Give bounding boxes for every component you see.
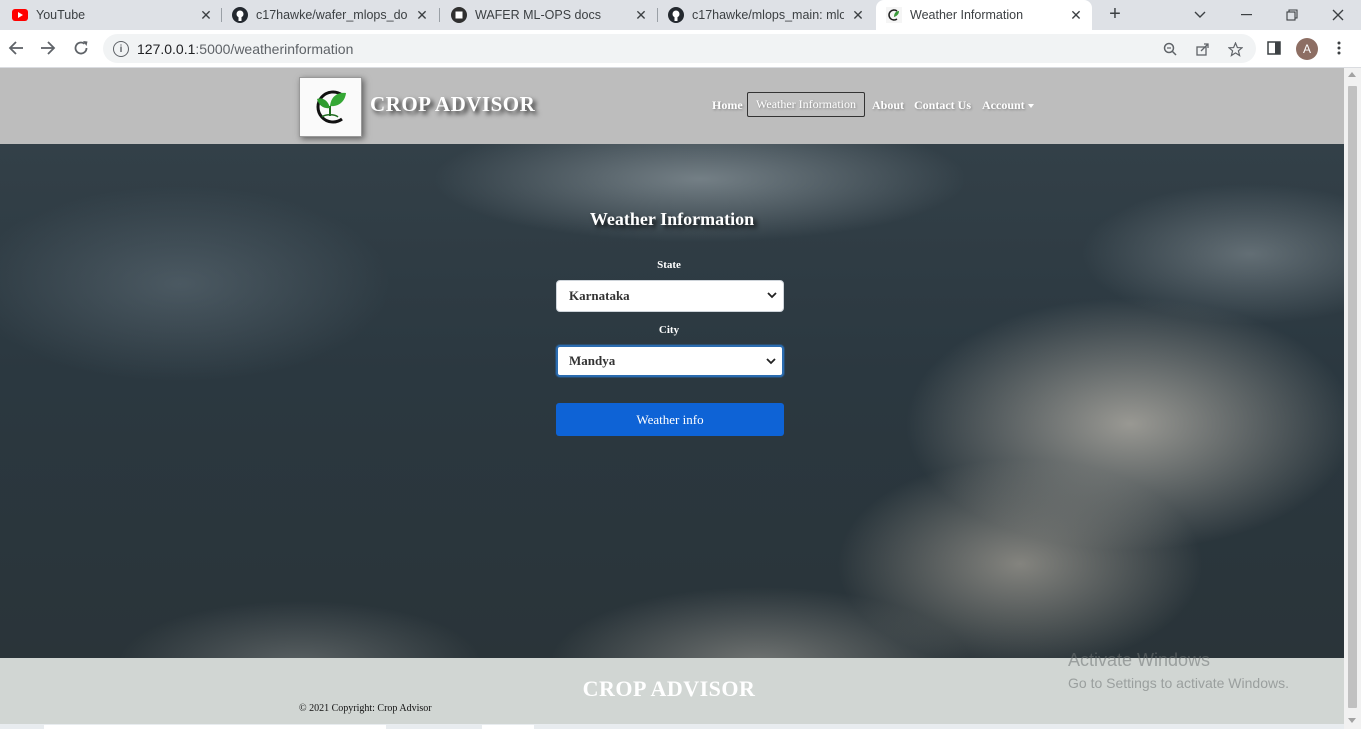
tab-separator	[439, 8, 440, 22]
info-icon[interactable]: i	[113, 40, 129, 57]
scroll-up-arrow-icon[interactable]	[1348, 72, 1356, 77]
close-icon[interactable]: ✕	[198, 7, 214, 23]
scrollbar-thumb[interactable]	[1348, 86, 1357, 708]
city-label: City	[658, 324, 680, 336]
nav-contact-us[interactable]: Contact Us	[914, 98, 971, 113]
tab-separator	[221, 8, 222, 22]
arrow-right-icon	[41, 41, 56, 55]
new-tab-button[interactable]: +	[1104, 3, 1126, 25]
activate-windows-subtitle: Go to Settings to activate Windows.	[1068, 675, 1289, 691]
crop-advisor-logo[interactable]	[299, 77, 362, 137]
site-navbar: CROP ADVISOR Home Weather Information Ab…	[0, 68, 1344, 144]
forward-button[interactable]	[36, 36, 60, 60]
state-selected-value: Karnataka	[569, 288, 630, 303]
tab-label: Weather Information	[910, 8, 1024, 22]
profile-avatar[interactable]: A	[1296, 38, 1318, 60]
state-label: State	[657, 259, 681, 271]
bookmark-star-icon[interactable]	[1226, 40, 1244, 58]
reload-icon	[74, 41, 88, 55]
nav-account-dropdown[interactable]: Account	[982, 98, 1034, 113]
kebab-menu-icon	[1337, 41, 1341, 55]
tab-separator	[657, 8, 658, 22]
restore-button[interactable]	[1269, 0, 1315, 30]
site-brand[interactable]: CROP ADVISOR	[370, 92, 535, 117]
form-title: Weather Information	[589, 209, 755, 229]
tab-github-wafer[interactable]: c17hawke/wafer_mlops_docs ✕	[232, 0, 430, 30]
chevron-down-icon	[767, 292, 777, 299]
leaf-logo-icon	[316, 90, 346, 124]
github-icon	[668, 7, 684, 23]
activate-windows-title: Activate Windows	[1068, 650, 1211, 670]
tab-label: c17hawke/wafer_mlops_docs	[256, 8, 408, 22]
tab-label: YouTube	[36, 8, 86, 22]
scrollbar-thumb[interactable]	[44, 725, 386, 729]
close-icon[interactable]: ✕	[1068, 7, 1084, 23]
nav-account-label: Account	[982, 98, 1025, 112]
readthedocs-icon	[451, 7, 467, 23]
side-panel-icon	[1267, 41, 1281, 55]
activate-windows-watermark: Activate Windows Go to Settings to activ…	[1068, 650, 1289, 691]
side-panel-button[interactable]	[1263, 37, 1285, 59]
copyright-text: © 2021 Copyright: Crop Advisor	[299, 703, 432, 714]
caret-down-icon	[1027, 104, 1034, 109]
url-host: 127.0.0.1	[137, 40, 196, 57]
city-select[interactable]: Mandya	[556, 345, 784, 377]
chevron-down-icon	[1194, 11, 1206, 18]
tab-github-mlops[interactable]: c17hawke/mlops_main: mlop ✕	[668, 0, 866, 30]
reload-button[interactable]	[69, 36, 93, 60]
tab-weather-information[interactable]: Weather Information ✕	[876, 0, 1092, 30]
crop-advisor-favicon-icon	[886, 7, 902, 23]
github-icon	[232, 7, 248, 23]
close-icon	[1332, 9, 1344, 21]
tab-youtube[interactable]: YouTube ✕	[12, 0, 214, 30]
browser-menu-button[interactable]	[1328, 37, 1350, 59]
address-bar[interactable]: i 127.0.0.1:5000/weatherinformation	[103, 34, 1256, 63]
close-icon[interactable]: ✕	[633, 7, 649, 23]
weather-form-section: Weather Information State Karnataka City…	[0, 144, 1344, 658]
minimize-button[interactable]	[1223, 0, 1269, 30]
weather-info-button[interactable]: Weather info	[556, 403, 784, 436]
tab-label: c17hawke/mlops_main: mlop	[692, 8, 844, 22]
youtube-icon	[12, 7, 28, 23]
tab-label: WAFER ML-OPS docs	[475, 8, 601, 22]
horizontal-scrollbar[interactable]	[0, 724, 1344, 729]
minimize-icon	[1240, 14, 1252, 16]
tab-search-button[interactable]	[1177, 0, 1223, 30]
back-button[interactable]	[4, 36, 28, 60]
vertical-scrollbar[interactable]	[1344, 68, 1361, 729]
nav-weather-information[interactable]: Weather Information	[747, 92, 865, 117]
browser-tab-strip: YouTube ✕ c17hawke/wafer_mlops_docs ✕ WA…	[0, 0, 1361, 30]
browser-toolbar: i 127.0.0.1:5000/weatherinformation A	[0, 30, 1361, 68]
close-window-button[interactable]	[1315, 0, 1361, 30]
tab-wafer-docs[interactable]: WAFER ML-OPS docs ✕	[451, 0, 649, 30]
close-icon[interactable]: ✕	[850, 7, 866, 23]
chevron-down-icon	[766, 358, 776, 365]
url-path: :5000/weatherinformation	[195, 40, 354, 57]
url-text: 127.0.0.1:5000/weatherinformation	[137, 41, 353, 57]
nav-home[interactable]: Home	[712, 98, 743, 113]
nav-about[interactable]: About	[872, 98, 904, 113]
city-selected-value: Mandya	[569, 353, 616, 368]
scroll-down-arrow-icon[interactable]	[1348, 718, 1356, 723]
arrow-left-icon	[8, 41, 23, 55]
zoom-icon[interactable]	[1161, 40, 1179, 58]
share-icon[interactable]	[1194, 40, 1212, 58]
web-page: CROP ADVISOR Home Weather Information Ab…	[0, 68, 1344, 729]
scrollbar-segment	[482, 725, 534, 729]
restore-icon	[1286, 9, 1298, 21]
state-select[interactable]: Karnataka	[556, 280, 784, 312]
close-icon[interactable]: ✕	[414, 7, 430, 23]
